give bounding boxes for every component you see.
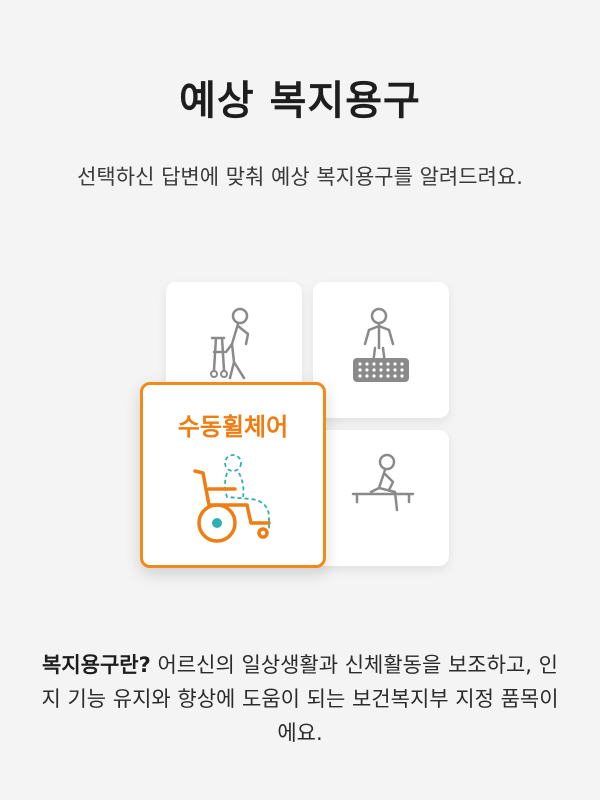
bath-bench-icon <box>351 453 415 512</box>
wheelchair-icon <box>193 454 271 543</box>
item-card-bath-mat <box>313 282 449 418</box>
item-card-bath-bench <box>313 430 449 566</box>
description-heading: 복지용구란? <box>42 653 151 677</box>
bath-mat-icon <box>353 307 409 382</box>
page-title: 예상 복지용구 <box>179 78 421 124</box>
page-subtitle: 선택하신 답변에 맞춰 예상 복지용구를 알려드려요. <box>77 165 523 189</box>
featured-item-card: 수동휠체어 <box>140 382 326 568</box>
description: 복지용구란? 어르신의 일상생활과 신체활동을 보조하고, 인지 기능 유지와 … <box>40 648 560 750</box>
